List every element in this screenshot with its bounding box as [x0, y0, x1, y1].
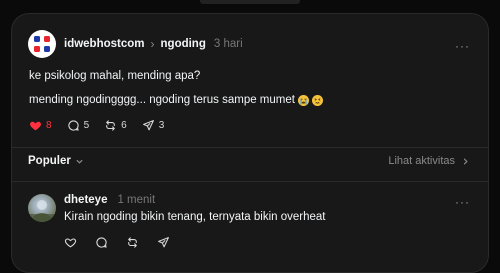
sort-label: Populer: [28, 155, 71, 167]
chevron-right-icon: [463, 157, 468, 165]
like-button[interactable]: 8: [29, 119, 52, 132]
reply-more-icon[interactable]: ···: [455, 196, 470, 208]
repost-button[interactable]: 6: [104, 119, 127, 132]
heart-icon: [30, 121, 41, 131]
reply-time: 1 menit: [117, 194, 156, 206]
repost-icon[interactable]: [126, 236, 139, 249]
post-avatar[interactable]: [28, 30, 56, 58]
likes-count: 8: [46, 120, 52, 131]
chevron-right-icon: ›: [150, 37, 155, 51]
view-activity-link[interactable]: Lihat aktivitas: [388, 155, 470, 167]
post-username[interactable]: idwebhostcom: [64, 36, 145, 52]
reply-avatar[interactable]: [28, 194, 56, 222]
comments-count: 5: [83, 120, 90, 131]
share-icon[interactable]: [157, 236, 170, 249]
reply-username[interactable]: dheteye: [64, 194, 107, 206]
comment-icon[interactable]: [95, 236, 108, 249]
reply-avatar-image: [28, 200, 56, 222]
reply-actions: [64, 236, 170, 249]
comment-button[interactable]: 5: [67, 119, 90, 132]
share-button[interactable]: 3: [142, 119, 165, 132]
reply-text: Kirain ngoding bikin tenang, ternyata bi…: [64, 211, 326, 223]
post-more-icon[interactable]: ···: [455, 40, 470, 52]
chevron-down-icon: [76, 159, 83, 164]
post-text-line1: ke psikolog mahal, mending apa?: [29, 70, 201, 82]
idwebhost-logo-icon: [34, 36, 50, 52]
reply-header: dheteye 1 menit: [64, 194, 155, 206]
share-icon: [142, 120, 154, 131]
post-text-line2-text: mending ngodingggg... ngoding terus samp…: [29, 94, 295, 106]
shares-count: 3: [158, 120, 165, 131]
confounded-emoji-icon: [311, 94, 323, 106]
post-header: idwebhostcom › ngoding 3 hari: [64, 36, 243, 52]
repost-icon: [106, 120, 115, 131]
comment-icon: [67, 120, 79, 131]
divider: [12, 147, 488, 148]
sort-dropdown[interactable]: Populer: [28, 155, 84, 167]
top-tab-edge: [200, 0, 300, 4]
post-time: 3 hari: [213, 38, 243, 50]
divider: [12, 181, 488, 182]
post-community[interactable]: ngoding: [161, 36, 206, 52]
post-actions: 8 5 6 3: [29, 119, 164, 132]
heart-icon[interactable]: [64, 236, 77, 249]
post-text-line2: mending ngodingggg... ngoding terus samp…: [29, 94, 323, 106]
thread-panel: idwebhostcom › ngoding 3 hari ··· ke psi…: [11, 13, 489, 273]
sob-emoji-icon: [297, 94, 309, 106]
view-activity-label: Lihat aktivitas: [388, 155, 455, 167]
reposts-count: 6: [121, 120, 127, 131]
